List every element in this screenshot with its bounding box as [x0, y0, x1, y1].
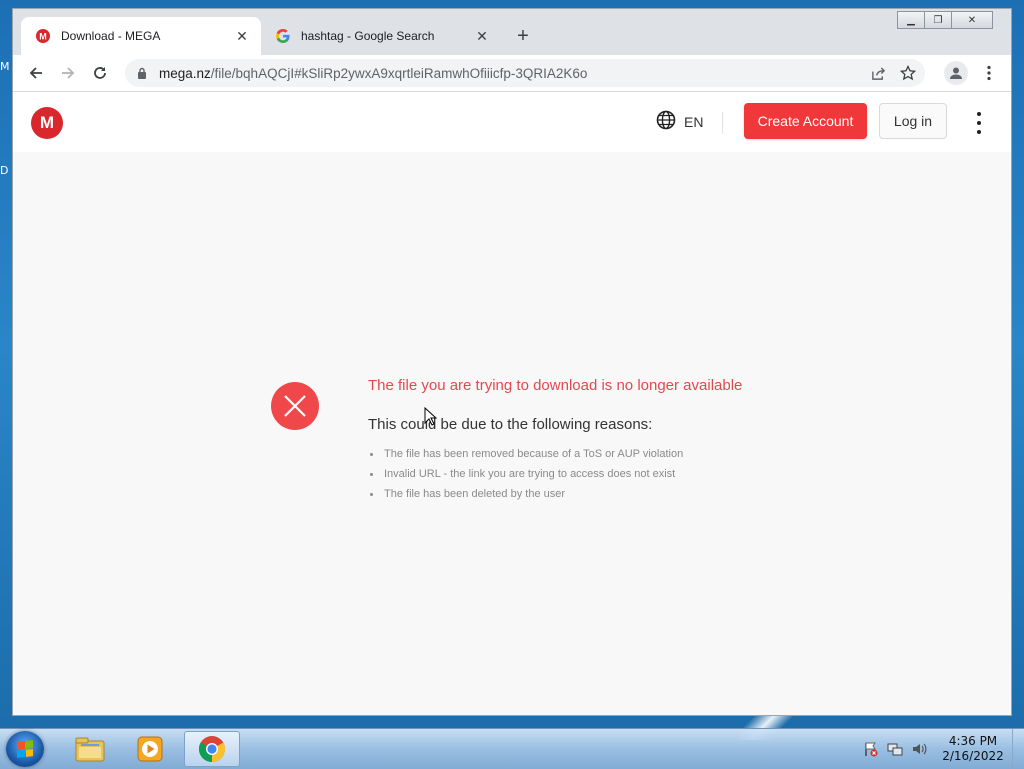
list-item: The file has been removed because of a T…	[369, 444, 683, 464]
close-icon[interactable]: ✕	[233, 27, 251, 45]
forward-arrow-icon	[62, 67, 75, 79]
mouse-cursor-icon	[424, 406, 438, 432]
reload-icon	[94, 67, 106, 79]
error-x-icon	[271, 382, 319, 430]
system-tray	[860, 729, 932, 769]
mega-header: M EN Create Account Log in	[13, 92, 1011, 152]
svg-text:M: M	[39, 32, 47, 42]
close-icon[interactable]: ✕	[473, 27, 491, 45]
minimize-button[interactable]: ▁	[897, 11, 925, 29]
url-path: /file/bqhAQCjI#kSliRp2ywxA9xqrtleiRamwhO…	[210, 65, 588, 81]
bookmark-star-icon[interactable]	[895, 60, 921, 86]
reasons-list: The file has been removed because of a T…	[368, 444, 683, 504]
mega-icon: M	[35, 28, 51, 44]
address-bar[interactable]: mega.nz/file/bqhAQCjI#kSliRp2ywxA9xqrtle…	[125, 59, 925, 87]
browser-menu-icon[interactable]	[979, 61, 999, 85]
chrome-icon[interactable]	[184, 731, 240, 767]
media-player-icon[interactable]	[122, 731, 178, 767]
create-account-button[interactable]: Create Account	[744, 103, 867, 139]
login-button[interactable]: Log in	[879, 103, 947, 139]
forward-button[interactable]	[55, 60, 81, 86]
taskbar: 4:36 PM 2/16/2022	[0, 728, 1024, 769]
error-subtitle: This could be due to the following reaso…	[368, 416, 653, 433]
google-icon	[275, 28, 291, 44]
clock-date: 2/16/2022	[942, 749, 1004, 763]
maximize-button[interactable]: ❐	[924, 11, 952, 29]
browser-window: M Download - MEGA ✕ hashtag - Google Sea…	[12, 8, 1012, 716]
back-button[interactable]	[23, 60, 49, 86]
new-tab-button[interactable]: +	[511, 24, 535, 48]
file-explorer-icon[interactable]	[62, 731, 118, 767]
tab-title: Download - MEGA	[61, 29, 161, 43]
clock-time: 4:36 PM	[948, 734, 998, 748]
desktop-icon-label: M	[0, 60, 10, 73]
globe-icon	[656, 110, 676, 133]
header-divider	[722, 112, 723, 134]
browser-toolbar: mega.nz/file/bqhAQCjI#kSliRp2ywxA9xqrtle…	[13, 55, 1011, 92]
volume-icon[interactable]	[908, 738, 930, 760]
tab-google[interactable]: hashtag - Google Search ✕	[261, 17, 501, 55]
start-button[interactable]	[6, 731, 44, 767]
list-item: The file has been deleted by the user	[369, 484, 683, 504]
system-clock[interactable]: 4:36 PM 2/16/2022	[938, 734, 1008, 764]
back-arrow-icon	[29, 67, 42, 79]
tab-mega[interactable]: M Download - MEGA ✕	[21, 17, 261, 55]
url-host: mega.nz	[159, 65, 211, 81]
windows-logo-icon	[17, 740, 33, 758]
tab-title: hashtag - Google Search	[301, 29, 435, 43]
mega-logo[interactable]: M	[31, 107, 63, 139]
more-options-icon[interactable]	[970, 112, 988, 134]
profile-avatar-icon[interactable]	[944, 61, 968, 85]
window-close-button[interactable]: ✕	[951, 11, 993, 29]
desktop-icon-label: D	[0, 164, 9, 177]
tab-strip: M Download - MEGA ✕ hashtag - Google Sea…	[13, 9, 1011, 55]
page-content: M EN Create Account Log in The file you …	[13, 92, 1011, 715]
show-desktop-button[interactable]	[1012, 729, 1024, 769]
reload-button[interactable]	[87, 60, 113, 86]
language-label: EN	[684, 113, 704, 130]
url-text: mega.nz/file/bqhAQCjI#kSliRp2ywxA9xqrtle…	[159, 66, 865, 81]
network-icon[interactable]	[884, 738, 906, 760]
window-controls: ▁ ❐ ✕	[897, 11, 993, 29]
lock-icon[interactable]	[135, 66, 149, 80]
share-icon[interactable]	[865, 60, 891, 86]
action-center-flag-icon[interactable]	[860, 738, 882, 760]
error-title: The file you are trying to download is n…	[368, 377, 743, 394]
list-item: Invalid URL - the link you are trying to…	[369, 464, 683, 484]
language-selector[interactable]: EN	[656, 110, 703, 133]
